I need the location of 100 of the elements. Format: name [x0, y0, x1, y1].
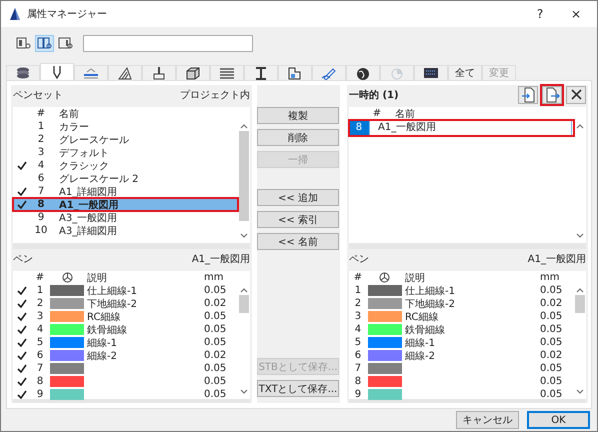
action-button[interactable]: << 名前	[257, 233, 340, 250]
tab[interactable]	[210, 65, 244, 80]
tab[interactable]	[40, 63, 74, 80]
row-name: A3_詳細図用	[58, 224, 118, 238]
pen-description: 細線-2	[86, 350, 118, 362]
pen-number: 6	[354, 350, 362, 361]
import-button[interactable]	[518, 86, 538, 104]
export-button[interactable]	[542, 86, 562, 104]
list-row[interactable]: 8 A1_一般図用	[13, 198, 238, 211]
search-field[interactable]	[83, 34, 253, 52]
row-number: 7	[36, 186, 46, 197]
pen-width: 0.05	[540, 337, 564, 348]
pen-width: 0.05	[204, 376, 228, 387]
list-row[interactable]: 6 グレースケール 2	[13, 172, 238, 185]
pen-width: 0.05	[204, 285, 228, 296]
pen-width: 0.05	[204, 311, 228, 322]
tab[interactable]	[6, 65, 40, 80]
action-button[interactable]: TXTとして保存...	[257, 380, 340, 397]
row-number: 2	[36, 134, 46, 145]
beam-icon	[253, 66, 269, 80]
tab[interactable]	[142, 65, 176, 80]
pen-width: 0.05	[204, 324, 228, 335]
tab[interactable]	[278, 65, 312, 80]
close-button[interactable]: ×	[561, 3, 591, 25]
pie-icon	[389, 66, 405, 80]
view-button[interactable]	[35, 34, 54, 52]
tab[interactable]	[176, 65, 210, 80]
close-button[interactable]	[566, 86, 586, 104]
row-name: デフォルト	[58, 146, 110, 160]
row-number: 9	[36, 212, 46, 223]
section-label: A1_一般図用	[192, 253, 250, 266]
pie-icon	[62, 272, 72, 283]
scroll-thumb[interactable]	[239, 295, 250, 313]
app-icon	[9, 7, 21, 21]
layers-icon	[15, 66, 31, 80]
pen-number: 4	[36, 324, 44, 335]
row-name: グレースケール 2	[58, 172, 140, 186]
brush-icon	[151, 66, 167, 80]
action-button[interactable]: << 追加	[257, 189, 340, 206]
help-button[interactable]: ?	[525, 3, 555, 25]
view-button[interactable]	[14, 34, 33, 52]
row-number: 1	[36, 121, 46, 132]
pen-width: 0.05	[540, 311, 564, 322]
tab[interactable]	[414, 65, 448, 80]
action-button[interactable]: 複製	[257, 107, 340, 124]
pen-number: 4	[354, 324, 362, 335]
row-number: 8	[36, 199, 46, 210]
layout-icon	[16, 36, 31, 50]
tab[interactable]: 全て	[448, 65, 482, 80]
pen-number: 8	[354, 376, 362, 387]
pen-number: 7	[354, 363, 362, 374]
row-name: グレースケール	[58, 134, 130, 146]
scroll-thumb[interactable]	[575, 295, 585, 313]
row-number: 10	[34, 225, 48, 236]
pen-number: 1	[36, 285, 44, 296]
action-button[interactable]: << 索引	[257, 211, 340, 228]
box-icon	[185, 66, 201, 80]
pen-description: 下地細線-2	[404, 298, 456, 310]
tab[interactable]	[108, 65, 142, 80]
tab[interactable]	[346, 65, 380, 80]
pen-description: RC細線	[404, 310, 440, 324]
pen-number: 7	[36, 363, 44, 374]
pen-description: 細線-1	[404, 336, 436, 350]
list-row[interactable]: 8 A1_一般図用	[348, 120, 574, 136]
pen-width: 0.05	[540, 376, 564, 387]
tab[interactable]	[244, 65, 278, 80]
pen-number: 3	[354, 311, 362, 322]
list-row[interactable]: 10 A3_詳細図用	[13, 224, 238, 237]
ok-button[interactable]: OK	[527, 411, 590, 429]
scroll-thumb[interactable]	[239, 131, 250, 221]
line-icon	[83, 66, 99, 80]
pen-number: 1	[354, 285, 362, 296]
cancel-button[interactable]: キャンセル	[456, 411, 519, 429]
column-header: mm	[204, 272, 224, 283]
name-field[interactable]: A1_一般図用	[368, 120, 572, 136]
section-label: プロジェクト内	[180, 88, 250, 102]
column-header: #	[34, 272, 46, 283]
row-name: カラー	[58, 120, 90, 134]
list-row[interactable]: 4 クラシック	[13, 159, 238, 172]
view-button[interactable]	[56, 34, 75, 52]
pen-width: 0.05	[540, 389, 564, 400]
pen-number: 2	[354, 298, 362, 309]
list-row[interactable]: 3 デフォルト	[13, 146, 238, 159]
column-header: #	[36, 108, 46, 119]
row-number: 6	[36, 173, 46, 184]
action-button[interactable]: 削除	[257, 129, 340, 146]
list-row[interactable]: 9 A3_一般図用	[13, 211, 238, 224]
stripes-icon	[219, 66, 235, 80]
window-title: 属性マネージャー	[27, 8, 107, 21]
row-number: 4	[36, 160, 46, 171]
pen-width: 0.02	[540, 350, 564, 361]
pen-width: 0.05	[540, 285, 564, 296]
export-icon	[544, 87, 560, 103]
list-row[interactable]: 2 グレースケール	[13, 133, 238, 146]
section-title: 一時的 (1)	[348, 88, 399, 102]
pen-description: 細線-1	[86, 336, 118, 350]
pie-icon	[379, 272, 390, 283]
list-row[interactable]: 1 カラー	[13, 120, 238, 133]
section-title: ペンセット	[13, 89, 63, 102]
row-number: 8	[348, 120, 369, 136]
